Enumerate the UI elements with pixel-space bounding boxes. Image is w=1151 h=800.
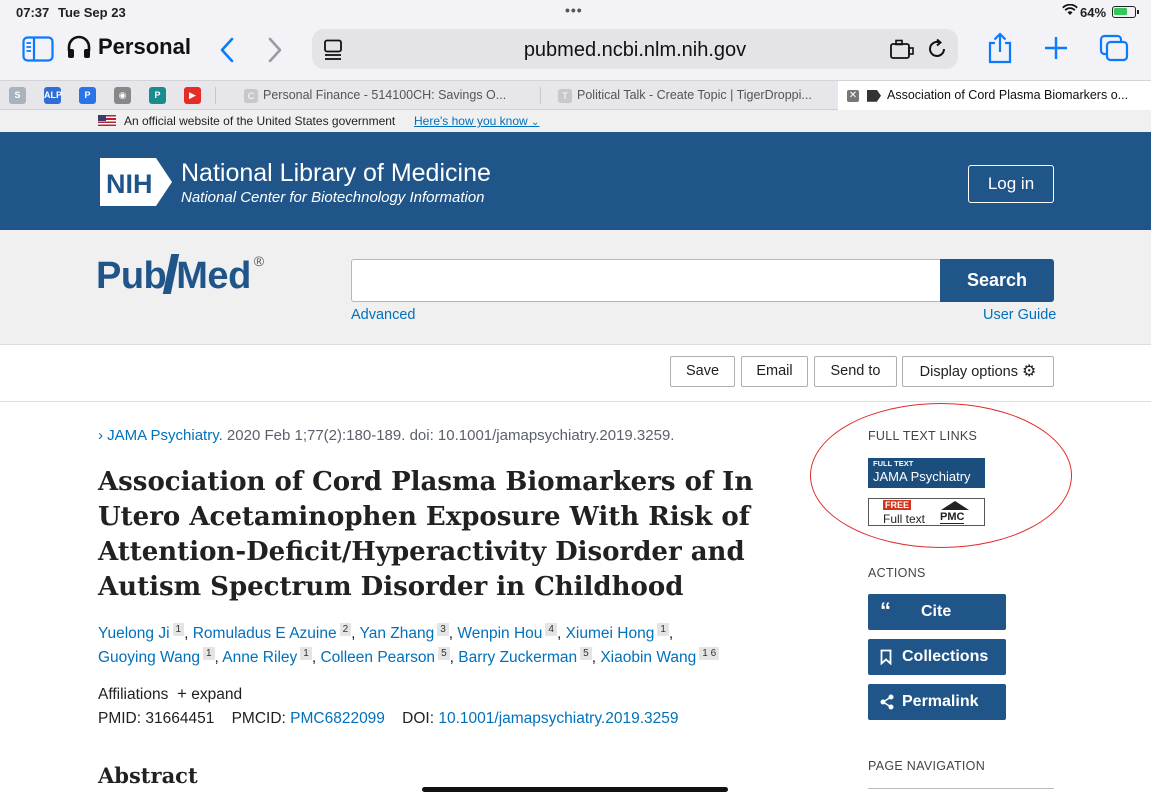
tab-favicon: T bbox=[558, 88, 572, 103]
pinned-tab-3[interactable]: P bbox=[79, 87, 96, 104]
gov-banner-link[interactable]: Here's how you know ⌄ bbox=[414, 114, 539, 128]
abstract-heading: Abstract bbox=[98, 763, 198, 788]
profile-name: Personal bbox=[98, 34, 191, 59]
share-nodes-icon bbox=[880, 694, 894, 710]
svg-text:NIH: NIH bbox=[106, 169, 153, 199]
multitasking-dots-icon[interactable]: ••• bbox=[565, 2, 583, 18]
search-button[interactable]: Search bbox=[940, 259, 1054, 302]
tab-political-talk[interactable]: T Political Talk - Create Topic | TigerDr… bbox=[558, 81, 834, 110]
url-text: pubmed.ncbi.nlm.nih.gov bbox=[523, 39, 747, 61]
wifi-icon bbox=[1062, 4, 1078, 15]
plus-icon: + bbox=[177, 684, 187, 703]
cite-button[interactable]: “Cite bbox=[868, 594, 1006, 630]
quote-icon: “ bbox=[880, 598, 891, 623]
divider bbox=[868, 788, 1054, 789]
login-button[interactable]: Log in bbox=[968, 165, 1054, 203]
author-link[interactable]: Romuladus E Azuine bbox=[193, 625, 337, 642]
display-options-button[interactable]: Display options ⚙ bbox=[902, 356, 1054, 387]
share-icon[interactable] bbox=[987, 32, 1013, 64]
pinned-tab-2[interactable]: ALP bbox=[44, 87, 62, 104]
nlm-title[interactable]: National Library of Medicine bbox=[181, 159, 491, 188]
email-button[interactable]: Email bbox=[741, 356, 808, 387]
doi-link[interactable]: 10.1001/jamapsychiatry.2019.3259 bbox=[438, 710, 678, 727]
journal-citation: › JAMA Psychiatry. 2020 Feb 1;77(2):180-… bbox=[98, 427, 675, 444]
tab-favicon: C bbox=[244, 88, 258, 103]
pinned-tab-4[interactable]: ◉ bbox=[114, 87, 131, 104]
author-link[interactable]: Guoying Wang bbox=[98, 649, 200, 666]
collections-button[interactable]: Collections bbox=[868, 639, 1006, 675]
address-bar[interactable]: pubmed.ncbi.nlm.nih.gov bbox=[312, 29, 958, 69]
author-link[interactable]: Colleen Pearson bbox=[320, 649, 435, 666]
tab-title: Personal Finance - 514100CH: Savings O..… bbox=[263, 88, 507, 102]
pubmed-logo[interactable]: Pub Med ® bbox=[96, 253, 264, 298]
author-link[interactable]: Xiumei Hong bbox=[566, 625, 655, 642]
sidebar-toggle-icon[interactable] bbox=[22, 36, 54, 62]
tab-favicon-icon bbox=[867, 89, 881, 102]
nlm-subtitle: National Center for Biotechnology Inform… bbox=[181, 189, 485, 206]
author-link[interactable]: Xiaobin Wang bbox=[600, 649, 696, 666]
status-date: Tue Sep 23 bbox=[58, 5, 126, 20]
home-indicator[interactable] bbox=[422, 787, 728, 792]
tab-close-icon[interactable]: ✕ bbox=[847, 89, 859, 102]
tab-personal-finance[interactable]: C Personal Finance - 514100CH: Savings O.… bbox=[244, 81, 534, 110]
chevron-right-icon: › bbox=[98, 427, 103, 444]
red-annotation-circle bbox=[810, 403, 1072, 548]
page-navigation-heading: PAGE NAVIGATION bbox=[868, 759, 986, 773]
nlm-header: NIH National Library of Medicine Nationa… bbox=[0, 132, 1151, 230]
new-tab-icon[interactable] bbox=[1044, 36, 1068, 60]
back-icon[interactable] bbox=[218, 37, 236, 63]
tab-title: Association of Cord Plasma Biomarkers o.… bbox=[887, 88, 1129, 102]
status-bar: 07:37 Tue Sep 23 ••• 64% bbox=[0, 0, 1151, 24]
article-title: Association of Cord Plasma Biomarkers of… bbox=[98, 467, 754, 602]
author-link[interactable]: Anne Riley bbox=[222, 649, 297, 666]
battery-icon bbox=[1112, 6, 1139, 18]
author-link[interactable]: Wenpin Hou bbox=[457, 625, 542, 642]
advanced-search-link[interactable]: Advanced bbox=[351, 307, 416, 323]
permalink-button[interactable]: Permalink bbox=[868, 684, 1006, 720]
nih-logo[interactable]: NIH bbox=[98, 158, 172, 206]
search-section: Pub Med ® Search Advanced User Guide bbox=[0, 230, 1151, 345]
pinned-tab-5[interactable]: P bbox=[149, 87, 166, 104]
save-button[interactable]: Save bbox=[670, 356, 735, 387]
user-guide-link[interactable]: User Guide bbox=[983, 307, 1056, 323]
forward-icon[interactable] bbox=[266, 37, 284, 63]
search-input[interactable] bbox=[351, 259, 941, 302]
gov-banner-text: An official website of the United States… bbox=[124, 114, 396, 128]
gear-icon: ⚙ bbox=[1022, 363, 1037, 380]
pmid-value: 31664451 bbox=[145, 710, 215, 727]
tab-title: Political Talk - Create Topic | TigerDro… bbox=[577, 88, 812, 102]
author-link[interactable]: Barry Zuckerman bbox=[458, 649, 577, 666]
send-to-button[interactable]: Send to bbox=[814, 356, 897, 387]
author-link[interactable]: Yuelong Ji bbox=[98, 625, 170, 642]
gov-banner: An official website of the United States… bbox=[0, 110, 1151, 132]
pmcid-link[interactable]: PMC6822099 bbox=[290, 710, 385, 727]
battery-percent: 64% bbox=[1080, 5, 1107, 20]
authors-list: Yuelong Ji 1, Romuladus E Azuine 2, Yan Zh… bbox=[98, 622, 798, 670]
pinned-tab-1[interactable]: S bbox=[9, 87, 26, 104]
article-identifiers: PMID: 31664451 PMCID: PMC6822099 DOI: 10… bbox=[98, 710, 679, 727]
tab-active-article[interactable]: ✕ Association of Cord Plasma Biomarkers o… bbox=[838, 81, 1151, 110]
extension-icon[interactable] bbox=[889, 39, 915, 61]
journal-link[interactable]: › JAMA Psychiatry. bbox=[98, 427, 223, 444]
article-actions-bar: Save Email Send to Display options ⚙ bbox=[0, 345, 1151, 402]
tab-overview-icon[interactable] bbox=[1099, 34, 1129, 62]
actions-heading: ACTIONS bbox=[868, 566, 926, 580]
status-time: 07:37 bbox=[16, 5, 50, 20]
us-flag-icon bbox=[98, 115, 116, 126]
chevron-down-icon: ⌄ bbox=[531, 117, 540, 128]
profile-switcher[interactable]: Personal bbox=[66, 34, 191, 60]
author-link[interactable]: Yan Zhang bbox=[360, 625, 435, 642]
bookmark-icon bbox=[880, 649, 892, 665]
affiliations-toggle[interactable]: Affiliations + expand bbox=[98, 684, 242, 704]
browser-toolbar: Personal pubmed.ncbi.nlm.nih.gov bbox=[0, 24, 1151, 80]
reload-icon[interactable] bbox=[926, 38, 948, 60]
headphones-icon bbox=[67, 35, 91, 58]
tab-bar: S ALP P ◉ P ▶ C Personal Finance - 514100… bbox=[0, 80, 1151, 110]
pinned-tab-6[interactable]: ▶ bbox=[184, 87, 201, 104]
